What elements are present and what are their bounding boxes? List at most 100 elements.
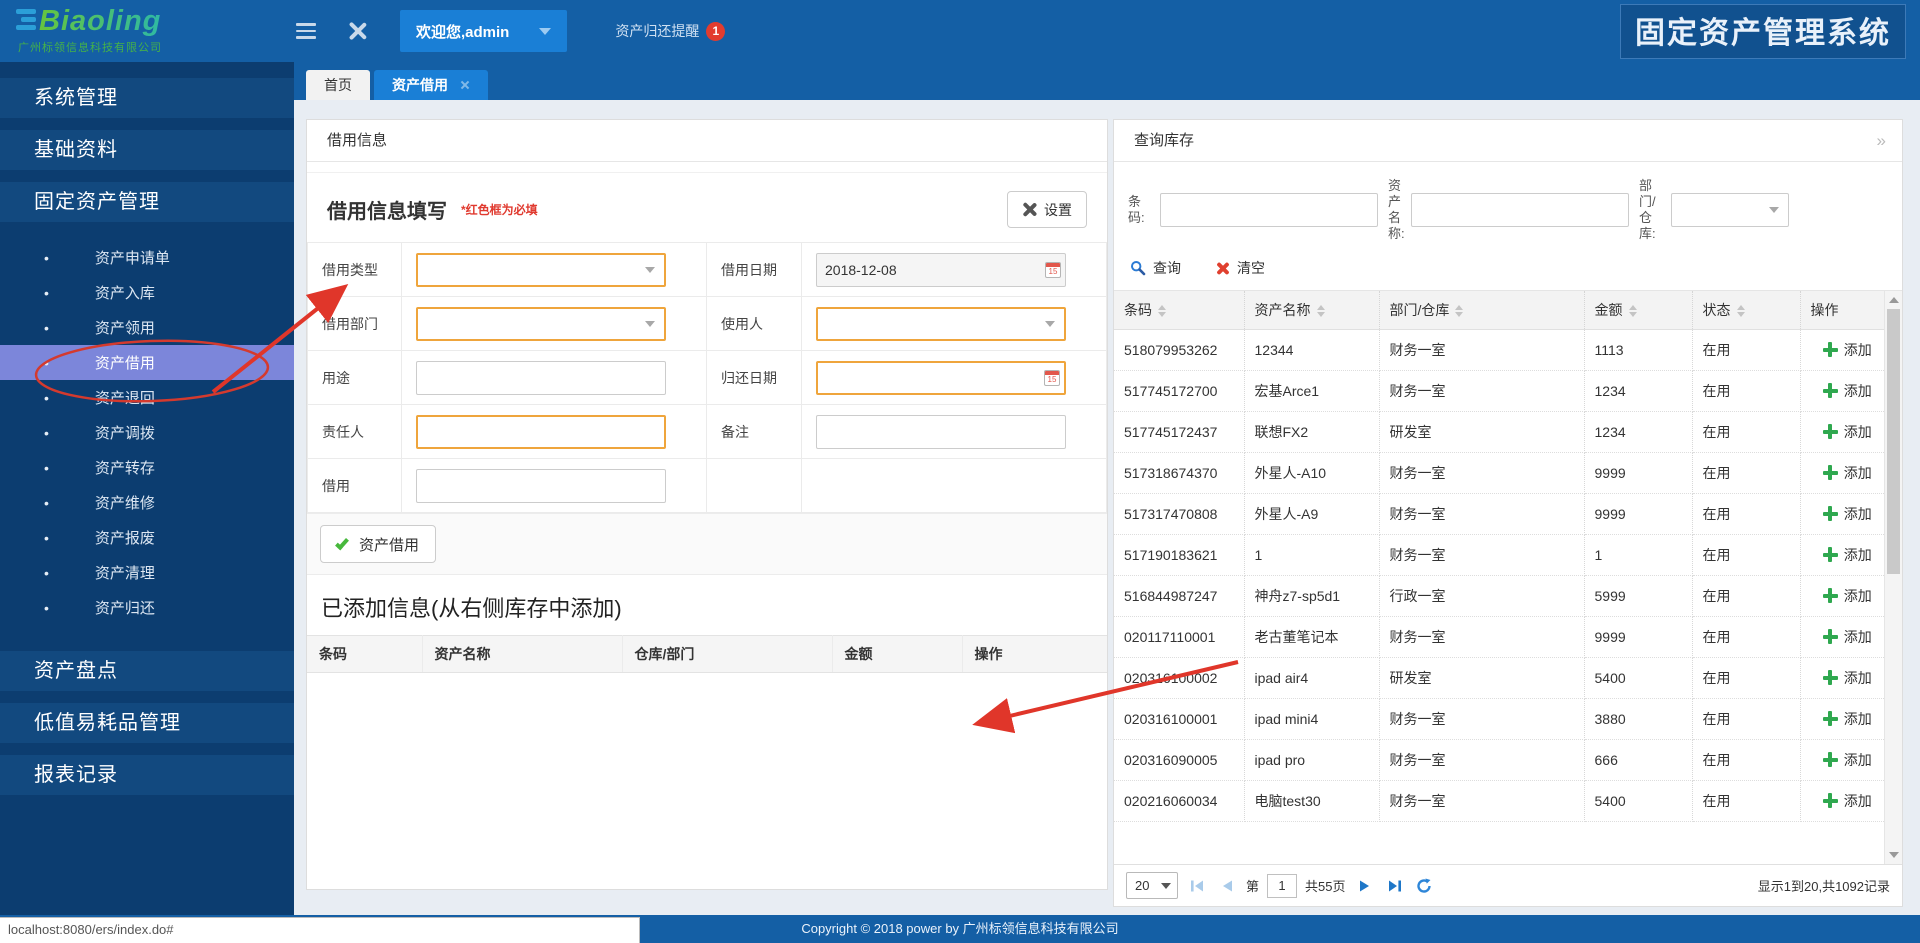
sort-icons bbox=[1317, 305, 1325, 317]
sidebar-item-资产入库[interactable]: •资产入库 bbox=[0, 275, 294, 310]
chevron-down-icon bbox=[1045, 321, 1055, 327]
scroll-up-icon[interactable] bbox=[1889, 297, 1899, 303]
remark-input[interactable] bbox=[816, 415, 1066, 449]
sort-down-icon bbox=[1158, 312, 1166, 317]
next-page-button[interactable] bbox=[1353, 875, 1375, 897]
sort-icons bbox=[1158, 305, 1166, 317]
chevron-down-icon bbox=[645, 267, 655, 273]
borrow-type-select[interactable] bbox=[416, 253, 666, 287]
add-item-button[interactable]: 添加 bbox=[1811, 586, 1885, 606]
clear-button[interactable]: 清空 bbox=[1215, 258, 1265, 278]
inventory-column-header[interactable]: 资产名称 bbox=[1244, 291, 1379, 329]
table-scrollbar[interactable] bbox=[1884, 291, 1902, 864]
bullet-icon: • bbox=[44, 530, 49, 546]
user-menu-button[interactable]: 欢迎您,admin bbox=[400, 10, 567, 52]
sidebar-section-reports[interactable]: 报表记录 bbox=[0, 755, 294, 795]
add-item-button[interactable]: 添加 bbox=[1811, 422, 1885, 442]
sort-down-icon bbox=[1455, 312, 1463, 317]
cell-amount: 5400 bbox=[1584, 657, 1692, 698]
inventory-column-header[interactable]: 部门/仓库 bbox=[1379, 291, 1584, 329]
sidebar-section-base-data[interactable]: 基础资料 bbox=[0, 130, 294, 170]
cell-dept: 财务一室 bbox=[1379, 452, 1584, 493]
user-select[interactable] bbox=[816, 307, 1066, 341]
return-date-input[interactable] bbox=[816, 361, 1066, 395]
sort-icons bbox=[1629, 305, 1637, 317]
sidebar-item-资产申请单[interactable]: •资产申请单 bbox=[0, 240, 294, 275]
borrow-info-panel: 借用信息 借用信息填写 *红色框为必填 设置 借用类型借用日期2018-12-0… bbox=[306, 119, 1108, 890]
plus-icon bbox=[1823, 711, 1838, 726]
tab-asset-borrow[interactable]: 资产借用 bbox=[374, 70, 488, 100]
last-page-button[interactable] bbox=[1383, 875, 1405, 897]
add-item-button[interactable]: 添加 bbox=[1811, 750, 1885, 770]
cell-amount: 1234 bbox=[1584, 411, 1692, 452]
add-label: 添加 bbox=[1844, 545, 1872, 565]
sidebar-item-资产借用[interactable]: •资产借用 bbox=[0, 345, 294, 380]
inventory-column-header[interactable]: 金额 bbox=[1584, 291, 1692, 329]
inventory-column-header[interactable]: 条码 bbox=[1114, 291, 1244, 329]
cell-asset-name: 宏基Arce1 bbox=[1244, 370, 1379, 411]
tabstrip: 首页 资产借用 bbox=[294, 62, 1920, 100]
sidebar-section-system[interactable]: 系统管理 bbox=[0, 78, 294, 118]
add-item-button[interactable]: 添加 bbox=[1811, 791, 1885, 811]
borrow-input[interactable] bbox=[416, 469, 666, 503]
inventory-column-header[interactable]: 状态 bbox=[1692, 291, 1800, 329]
responsible-input[interactable] bbox=[416, 415, 666, 449]
sidebar-item-资产维修[interactable]: •资产维修 bbox=[0, 485, 294, 520]
tab-home[interactable]: 首页 bbox=[306, 70, 370, 100]
scrollbar-thumb[interactable] bbox=[1887, 309, 1900, 574]
submit-strip: 资产借用 bbox=[307, 513, 1107, 575]
menu-toggle-icon[interactable] bbox=[290, 17, 322, 45]
cell-dept: 研发室 bbox=[1379, 657, 1584, 698]
bullet-icon: • bbox=[44, 320, 49, 336]
add-item-button[interactable]: 添加 bbox=[1811, 709, 1885, 729]
query-button[interactable]: 查询 bbox=[1130, 258, 1181, 278]
return-reminder-link[interactable]: 资产归还提醒 1 bbox=[615, 21, 725, 41]
add-item-button[interactable]: 添加 bbox=[1811, 627, 1885, 647]
sidebar-item-label: 资产借用 bbox=[95, 352, 155, 373]
borrow-date-input[interactable]: 2018-12-08 bbox=[816, 253, 1066, 287]
add-item-button[interactable]: 添加 bbox=[1811, 340, 1885, 360]
sort-up-icon bbox=[1158, 305, 1166, 310]
sidebar-item-资产转存[interactable]: •资产转存 bbox=[0, 450, 294, 485]
asset-name-search-input[interactable] bbox=[1411, 193, 1629, 227]
page-size-select[interactable]: 20 bbox=[1126, 872, 1178, 899]
cell-dept: 财务一室 bbox=[1379, 698, 1584, 739]
borrow-dept-select[interactable] bbox=[416, 307, 666, 341]
sidebar-item-资产归还[interactable]: •资产归还 bbox=[0, 590, 294, 625]
cell-status: 在用 bbox=[1692, 534, 1800, 575]
bullet-icon: • bbox=[44, 390, 49, 406]
add-item-button[interactable]: 添加 bbox=[1811, 381, 1885, 401]
sort-up-icon bbox=[1455, 305, 1463, 310]
borrow-date-input-value: 2018-12-08 bbox=[825, 262, 897, 278]
close-icon[interactable] bbox=[346, 20, 368, 42]
sidebar-item-资产清理[interactable]: •资产清理 bbox=[0, 555, 294, 590]
add-item-button[interactable]: 添加 bbox=[1811, 504, 1885, 524]
collapse-panel-icon[interactable]: » bbox=[1877, 120, 1886, 162]
add-item-button[interactable]: 添加 bbox=[1811, 668, 1885, 688]
calendar-icon[interactable] bbox=[1045, 262, 1061, 278]
sidebar-item-资产报废[interactable]: •资产报废 bbox=[0, 520, 294, 555]
asset-borrow-submit-button[interactable]: 资产借用 bbox=[320, 525, 436, 563]
scroll-down-icon[interactable] bbox=[1889, 852, 1899, 858]
page-number-input[interactable] bbox=[1267, 874, 1297, 898]
first-page-button[interactable] bbox=[1186, 875, 1208, 897]
sidebar-item-资产退回[interactable]: •资产退回 bbox=[0, 380, 294, 415]
sidebar-item-资产领用[interactable]: •资产领用 bbox=[0, 310, 294, 345]
sidebar-section-low-value[interactable]: 低值易耗品管理 bbox=[0, 703, 294, 743]
tab-close-icon[interactable] bbox=[460, 80, 470, 90]
purpose-input[interactable] bbox=[416, 361, 666, 395]
refresh-icon[interactable] bbox=[1413, 875, 1435, 897]
settings-button[interactable]: 设置 bbox=[1007, 191, 1087, 228]
sidebar-section-fixed-asset[interactable]: 固定资产管理 bbox=[0, 182, 294, 222]
add-item-button[interactable]: 添加 bbox=[1811, 463, 1885, 483]
prev-page-button[interactable] bbox=[1216, 875, 1238, 897]
bullet-icon: • bbox=[44, 285, 49, 301]
field-label: 归还日期 bbox=[707, 351, 802, 405]
add-item-button[interactable]: 添加 bbox=[1811, 545, 1885, 565]
sidebar-item-资产调拨[interactable]: •资产调拨 bbox=[0, 415, 294, 450]
barcode-search-input[interactable] bbox=[1160, 193, 1378, 227]
sidebar-section-asset-check[interactable]: 资产盘点 bbox=[0, 651, 294, 691]
dept-warehouse-select[interactable] bbox=[1671, 193, 1789, 227]
calendar-icon[interactable] bbox=[1044, 370, 1060, 386]
bullet-icon: • bbox=[44, 565, 49, 581]
